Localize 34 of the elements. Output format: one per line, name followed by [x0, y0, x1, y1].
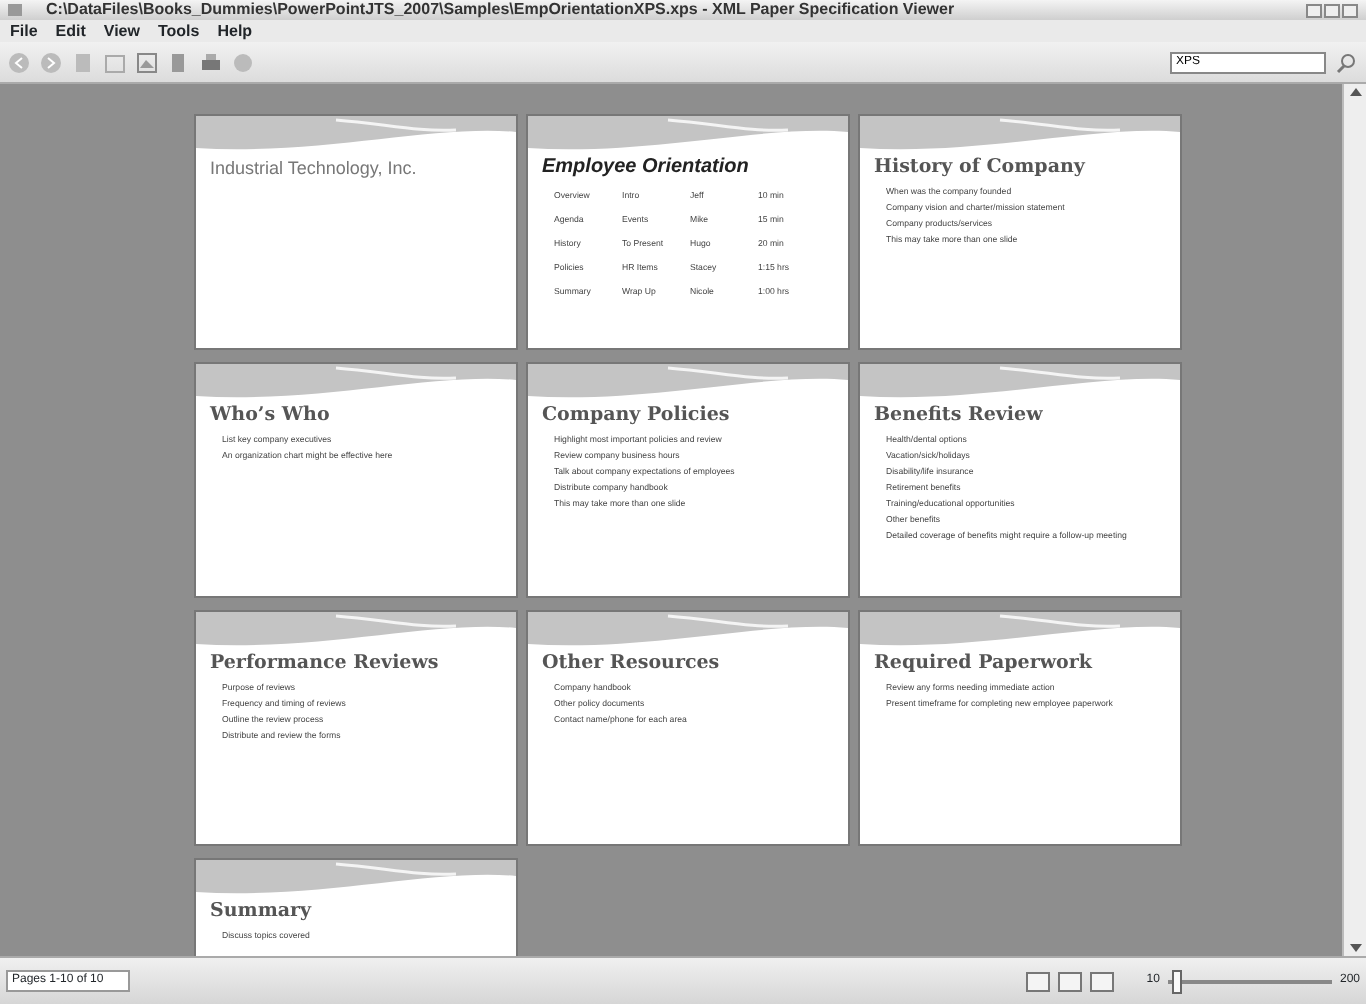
thumbnails-button[interactable]: [1090, 971, 1115, 991]
vertical-scrollbar[interactable]: [1342, 84, 1366, 956]
window-title: C:\DataFiles\Books_Dummies\PowerPointJTS_2007\Samples\EmpOrientationXPS.xps - XML Paper Specification Viewer: [44, 0, 957, 20]
document-icon[interactable]: [72, 51, 94, 73]
slide-title: Industrial Technology, Inc.: [210, 156, 419, 180]
slide-thumbnail[interactable]: Industrial Technology, Inc.: [194, 114, 518, 350]
menu-item[interactable]: File: [10, 21, 38, 41]
app-icon: [8, 4, 22, 16]
slide-title: Other Resources: [542, 652, 722, 676]
slide-title: Required Paperwork: [874, 652, 1095, 676]
slide-title: Benefits Review: [874, 404, 1045, 428]
search-icon[interactable]: [1336, 51, 1358, 73]
slide-title: Employee Orientation: [542, 156, 751, 180]
image-icon[interactable]: [136, 51, 158, 73]
menu-item[interactable]: Tools: [157, 21, 200, 41]
fit-width-button[interactable]: [1026, 971, 1051, 991]
minimize-button[interactable]: [1306, 3, 1322, 17]
slide-title: Company Policies: [542, 404, 732, 428]
two-page-button[interactable]: [1058, 971, 1083, 991]
slide-title: Who’s Who: [210, 404, 332, 428]
maximize-button[interactable]: [1324, 3, 1340, 17]
back-icon[interactable]: [8, 51, 30, 73]
zoom-thumb[interactable]: [1172, 969, 1183, 993]
page-icon[interactable]: [104, 51, 126, 73]
slide-title: Performance Reviews: [210, 652, 441, 676]
forward-icon[interactable]: [40, 51, 62, 73]
slide-title: History of Company: [874, 156, 1088, 180]
menu-item[interactable]: Edit: [55, 21, 86, 41]
print-icon[interactable]: [200, 51, 222, 73]
close-button[interactable]: [1342, 3, 1358, 17]
slide-thumbnail[interactable]: [858, 362, 1182, 598]
menu-item[interactable]: View: [103, 21, 140, 41]
slide-title: Summary: [210, 900, 314, 924]
menu-item[interactable]: Help: [217, 21, 253, 41]
